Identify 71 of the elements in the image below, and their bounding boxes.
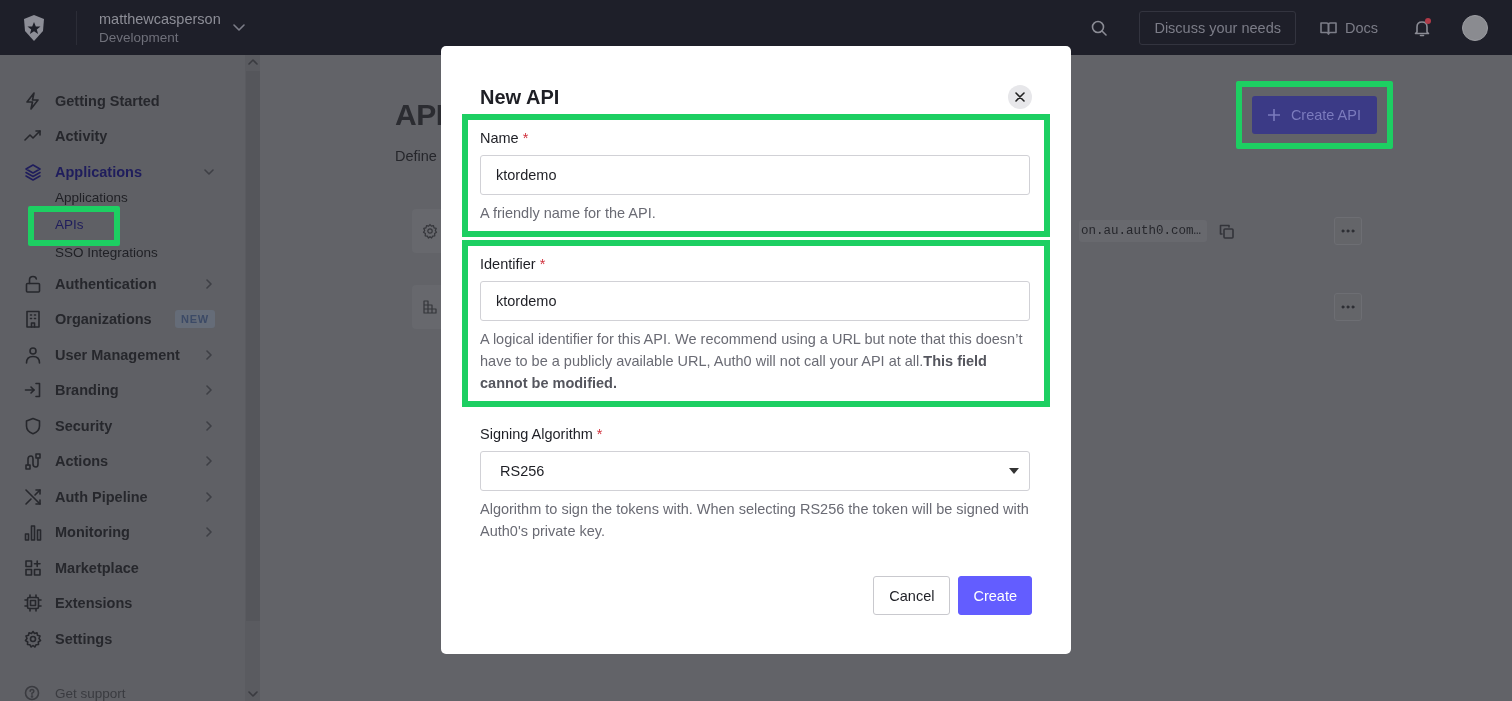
sidebar-item[interactable]: User Management [24, 337, 245, 373]
search-icon [1091, 19, 1108, 36]
input-field[interactable]: ktordemo [480, 155, 1030, 195]
field-label: Name [480, 130, 519, 146]
book-icon [1319, 20, 1337, 35]
chevron-down-icon [232, 23, 245, 32]
bolt-icon [24, 91, 42, 110]
more-icon [1341, 305, 1355, 309]
more-icon [1341, 229, 1355, 233]
discuss-button[interactable]: Discuss your needs [1139, 10, 1296, 45]
chevron-up-icon [247, 58, 258, 65]
select-field[interactable]: RS256 [480, 451, 1030, 491]
caret-down-icon [1009, 468, 1019, 474]
sidebar-item[interactable]: Monitoring [24, 514, 245, 550]
field-label: Identifier [480, 256, 536, 272]
grid-plus-icon [24, 558, 42, 577]
sidebar-item[interactable]: Applications [24, 154, 245, 190]
field-label: Signing Algorithm [480, 426, 593, 442]
layers-icon [24, 162, 42, 181]
bell-icon [1414, 18, 1430, 37]
help-text: Algorithm to sign the tokens with. When selecting RS256 the token will be signed with Auth0's private key. [480, 500, 1030, 541]
scrollbar[interactable] [245, 55, 260, 701]
required-mark: * [539, 256, 546, 272]
close-icon [1015, 92, 1025, 102]
sidebar-item[interactable]: Getting Started [24, 83, 245, 119]
required-mark: * [522, 130, 529, 146]
sidebar-subitem[interactable]: APIs [55, 217, 84, 233]
sidebar-item[interactable]: Settings [24, 621, 245, 657]
user-icon [24, 345, 42, 364]
sidebar-item[interactable]: Authentication [24, 266, 245, 302]
create-api-button[interactable]: Create API [1251, 96, 1377, 134]
avatar[interactable] [1462, 14, 1488, 41]
help-text: A logical identifier for this API. We recommend using a URL but note that this doesn’t have to be a publicly available URL, Auth0 will not call your API at all.This field cannot be modified. [480, 330, 1024, 393]
sidebar-item[interactable]: Activity [24, 118, 245, 154]
dialog-title: New API [480, 85, 560, 109]
building-blocks-icon [422, 299, 438, 315]
sign-in-icon [24, 381, 42, 400]
chip-icon [24, 594, 42, 613]
input-field[interactable]: ktordemo [480, 281, 1030, 321]
lock-icon [24, 274, 42, 293]
settings-icon [422, 223, 438, 239]
environment-label: Development [99, 29, 180, 45]
sidebar-item[interactable]: Marketplace [24, 550, 245, 586]
chevron-down-icon [247, 691, 258, 698]
required-mark: * [596, 426, 603, 442]
shield-icon [24, 416, 42, 435]
sidebar-item[interactable]: Branding [24, 372, 245, 408]
plus-icon [1267, 109, 1280, 121]
nodes-icon [24, 452, 42, 471]
close-button[interactable] [1008, 85, 1032, 109]
api-identifier: on.au.auth0.com… [1078, 220, 1207, 242]
bar-chart-icon [24, 523, 42, 542]
sidebar-item[interactable]: Auth Pipeline [24, 479, 245, 515]
building-icon [24, 310, 42, 329]
sidebar-item[interactable]: Security [24, 408, 245, 444]
tenant-name[interactable]: matthewcasperson [99, 10, 221, 27]
notification-bell[interactable] [1414, 18, 1430, 37]
sidebar-item[interactable]: Extensions [24, 585, 245, 621]
cancel-button[interactable]: Cancel [873, 576, 951, 615]
primary-button[interactable]: Create [958, 576, 1032, 615]
sidebar-item[interactable]: Actions [24, 443, 245, 479]
shuffle-icon [24, 487, 42, 506]
sidebar-subitem[interactable]: Applications [55, 189, 128, 205]
help-icon [24, 685, 40, 701]
docs-link[interactable]: Docs [1319, 19, 1378, 36]
settings-icon [24, 629, 42, 648]
help-text: A friendly name for the API. [480, 204, 657, 223]
shield-star-logo [22, 13, 46, 42]
page-description: Define [395, 148, 438, 164]
copy-icon [1219, 223, 1234, 239]
sidebar-subitem[interactable]: SSO Integrations [55, 244, 158, 260]
